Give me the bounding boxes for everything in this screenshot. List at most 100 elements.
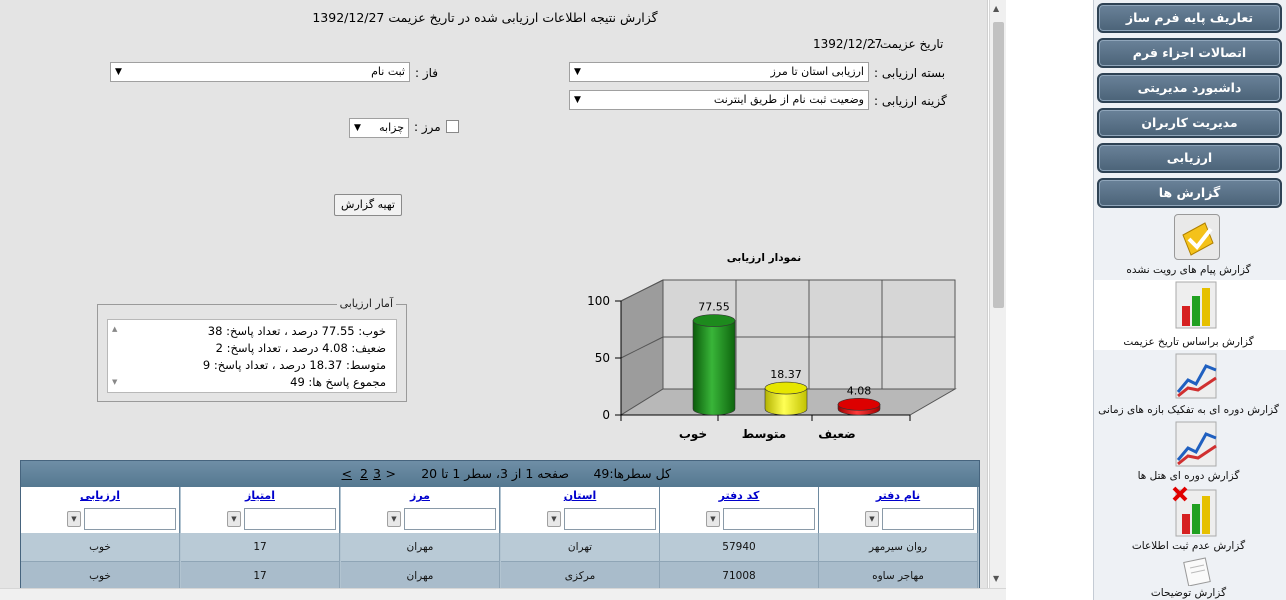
scrollbar-thumb[interactable] [993, 22, 1004, 308]
column-header[interactable]: استان [501, 487, 660, 505]
grid-cell: تهران [501, 533, 660, 562]
chart-category-label: ضعیف [818, 427, 856, 441]
main-scrollbar[interactable]: ▲ ▼ [989, 0, 1006, 588]
stat-line-total: مجموع پاسخ ها: 49 [290, 375, 386, 389]
scroll-up-icon[interactable]: ▲ [112, 325, 117, 333]
menu-form-connections[interactable]: اتصالات اجزاء فرم [1097, 38, 1282, 68]
phase-select[interactable]: ثبت نام ▼ [110, 62, 410, 82]
page-title: گزارش نتیجه اطلاعات ارزیابی شده در تاریخ… [312, 10, 658, 25]
evaluation-chart: نمودار ارزیابی 0 50 100 77.55 18.37 4.08 خوب… [580, 248, 980, 451]
option-label: گزینه ارزیابی : [874, 94, 947, 108]
chevron-down-icon: ▼ [574, 67, 581, 77]
filter-input[interactable] [882, 508, 974, 530]
column-header[interactable]: کد دفتر [660, 487, 819, 505]
option-select-value: وضعیت ثبت نام از طریق اینترنت [713, 93, 864, 106]
chart-y-tick-label: 50 [595, 351, 610, 365]
chevron-down-icon: ▼ [574, 95, 581, 105]
filter-dropdown-icon[interactable]: ▼ [387, 511, 401, 527]
report-periodic-hotels[interactable]: گزارش دوره ای هتل ها [1094, 418, 1286, 486]
grid-cell: خوب [21, 562, 180, 588]
grid-cell: مرکزی [501, 562, 660, 588]
chart-bar-3 [837, 398, 881, 416]
report-missing-data[interactable]: گزارش عدم ثبت اطلاعات [1094, 486, 1286, 554]
column-header[interactable]: امتیاز [181, 487, 340, 505]
grid-cell: مهران [341, 562, 500, 588]
chart-category-label: خوب [679, 427, 707, 442]
chevron-down-icon: ▼ [354, 123, 361, 133]
horizontal-scrollbar[interactable] [0, 588, 1006, 600]
grid-cell: 57940 [660, 533, 819, 562]
column-header[interactable]: مرز [341, 487, 500, 505]
phase-select-value: ثبت نام [371, 65, 405, 78]
menu-reports[interactable]: گزارش ها [1097, 178, 1282, 208]
filter-input[interactable] [564, 508, 656, 530]
report-by-travel-date[interactable]: گزارش براساس تاریخ عزیمت [1094, 280, 1286, 350]
stat-line-weak: ضعیف: 4.08 درصد ، تعداد پاسخ: 2 [215, 341, 386, 355]
right-side-menu: تعاریف پایه فرم ساز اتصالات اجزاء فرم دا… [1093, 0, 1286, 600]
chart-data-label: 4.08 [847, 384, 872, 397]
bar-chart-icon [1174, 280, 1220, 329]
chart-category-label: متوسط [742, 427, 787, 442]
stat-line-medium: متوسط: 18.37 درصد ، تعداد پاسخ: 9 [202, 358, 386, 372]
bar-chart-error-icon [1172, 486, 1218, 537]
report-descriptions[interactable]: گزارش توضیحات [1094, 554, 1286, 600]
report-label: گزارش عدم ثبت اطلاعات [1131, 540, 1246, 552]
filter-dropdown-icon[interactable]: ▼ [227, 511, 241, 527]
report-label: گزارش دوره ای به تفکیک بازه های زمانی [1098, 404, 1279, 416]
grid-cell: 17 [181, 533, 340, 562]
chart-y-tick-label: 100 [587, 294, 610, 308]
pager-page-info: صفحه 1 از 3، سطر 1 تا 20 [421, 466, 569, 481]
border-checkbox[interactable] [446, 120, 459, 133]
stats-legend: آمار ارزیابی [336, 297, 396, 310]
filter-dropdown-icon[interactable]: ▼ [67, 511, 81, 527]
generate-report-button[interactable]: تهیه گزارش [334, 194, 402, 216]
filter-dropdown-icon[interactable]: ▼ [865, 511, 879, 527]
scroll-down-icon[interactable]: ▼ [993, 574, 999, 583]
package-select-value: ارزیابی استان تا مرز [770, 65, 864, 78]
chart-title: نمودار ارزیابی [727, 252, 801, 264]
filter-dropdown-icon[interactable]: ▼ [547, 511, 561, 527]
grid-cell: مهران [341, 533, 500, 562]
chart-bar-1 [692, 314, 736, 416]
line-chart-icon [1174, 352, 1220, 399]
chart-data-label: 77.55 [698, 301, 730, 314]
menu-user-management[interactable]: مدیریت کاربران [1097, 108, 1282, 138]
grid-cell: 71008 [660, 562, 819, 588]
chart-y-tick-label: 0 [602, 408, 610, 422]
chevron-down-icon: ▼ [115, 67, 122, 77]
border-label: مرز : [414, 120, 441, 134]
menu-management-dashboard[interactable]: داشبورد مدیریتی [1097, 73, 1282, 103]
filter-input[interactable] [244, 508, 336, 530]
report-label: گزارش توضیحات [1150, 587, 1227, 599]
report-frame: گزارش نتیجه اطلاعات ارزیابی شده در تاریخ… [0, 0, 988, 588]
filter-input[interactable] [723, 508, 815, 530]
filter-input[interactable] [84, 508, 176, 530]
option-select[interactable]: وضعیت ثبت نام از طریق اینترنت ▼ [569, 90, 869, 110]
filter-input[interactable] [404, 508, 496, 530]
package-select[interactable]: ارزیابی استان تا مرز ▼ [569, 62, 869, 82]
menu-form-builder-basics[interactable]: تعاریف پایه فرم ساز [1097, 3, 1282, 33]
report-label: گزارش براساس تاریخ عزیمت [1123, 336, 1254, 348]
chart-data-label: 18.37 [770, 368, 802, 381]
report-label: گزارش پیام های رویت نشده [1126, 264, 1251, 276]
grid-pager: کل سطرها:49 صفحه 1 از 3، سطر 1 تا 20 < 3… [21, 461, 979, 487]
stats-listbox[interactable]: خوب: 77.55 درصد ، تعداد پاسخ: 38 ضعیف: 4… [107, 319, 397, 393]
report-periodic-by-time-range[interactable]: گزارش دوره ای به تفکیک بازه های زمانی [1094, 350, 1286, 418]
pager-page-3[interactable]: 3 [373, 461, 381, 487]
envelope-check-icon [1174, 214, 1220, 260]
pager-next[interactable]: > [342, 461, 352, 487]
notepad-icon [1180, 556, 1214, 587]
pager-prev[interactable]: < [386, 461, 396, 487]
column-header[interactable]: ارزیابی [21, 487, 180, 505]
chart-bar-2 [764, 381, 808, 416]
line-chart-icon [1174, 420, 1220, 467]
column-header[interactable]: نام دفتر [819, 487, 978, 505]
scroll-down-icon[interactable]: ▼ [112, 378, 117, 386]
menu-evaluation[interactable]: ارزیابی [1097, 143, 1282, 173]
report-unread-messages[interactable]: گزارش پیام های رویت نشده [1094, 212, 1286, 280]
scroll-up-icon[interactable]: ▲ [993, 4, 999, 13]
grid-cell: 17 [181, 562, 340, 588]
filter-dropdown-icon[interactable]: ▼ [706, 511, 720, 527]
border-select[interactable]: چزابه ▼ [349, 118, 409, 138]
pager-page-2[interactable]: 2 [360, 461, 368, 487]
